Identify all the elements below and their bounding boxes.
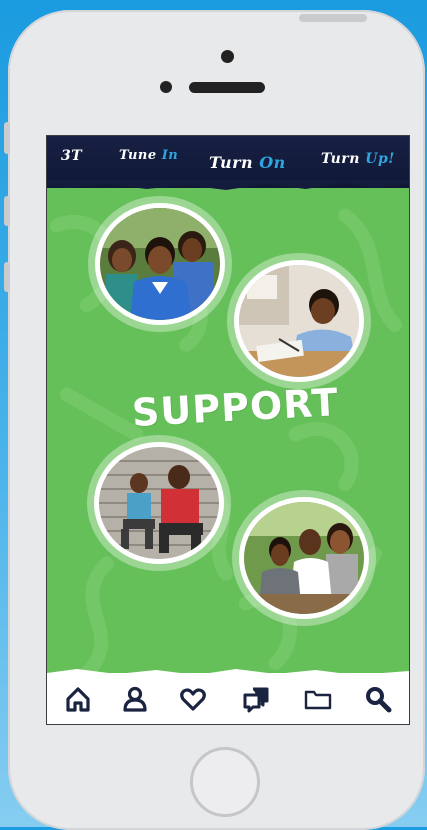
tab-favorites[interactable] [178, 684, 208, 714]
nav-tune-label: Tune [119, 148, 157, 163]
bottom-tab-bar [47, 669, 409, 724]
search-icon [366, 687, 392, 713]
nav-turn-on-accent: On [259, 153, 286, 172]
tab-messages[interactable] [241, 684, 271, 714]
family-image [244, 502, 364, 614]
student-studying-image [239, 265, 359, 377]
front-camera [221, 50, 234, 63]
nav-turn-on-label: Turn [209, 153, 254, 172]
tab-files[interactable] [303, 684, 333, 714]
nav-tune-in[interactable]: Tune In [119, 148, 178, 163]
phone-frame: 3T Tune In Turn On Turn Up! SUPPORT [8, 10, 425, 830]
mentor-stairs-image [99, 447, 219, 559]
tab-profile[interactable] [120, 684, 150, 714]
photo-family[interactable] [239, 497, 369, 619]
photo-mentor-stairs[interactable] [94, 442, 224, 564]
home-icon [66, 687, 90, 712]
volume-up-button [4, 196, 10, 226]
volume-down-button [4, 262, 10, 292]
proximity-sensor [160, 81, 172, 93]
nav-turn-up[interactable]: Turn Up! [321, 151, 395, 167]
tab-home[interactable] [63, 684, 93, 714]
home-button[interactable] [190, 747, 260, 817]
mute-switch [4, 122, 10, 154]
header-brush-edge [47, 180, 409, 190]
chat-icon [243, 687, 269, 713]
heart-icon [180, 688, 206, 711]
nav-turn-up-accent: Up! [365, 151, 395, 167]
app-screen: 3T Tune In Turn On Turn Up! SUPPORT [46, 135, 410, 725]
folder-icon [304, 690, 332, 710]
friends-group-image [100, 208, 220, 320]
user-icon [123, 686, 147, 712]
tabbar-brush-edge [47, 669, 409, 677]
tab-search[interactable] [363, 684, 393, 714]
photo-student-studying[interactable] [234, 260, 364, 382]
nav-tune-accent: In [161, 148, 179, 163]
power-button [299, 14, 367, 22]
earpiece-speaker [189, 82, 265, 93]
nav-turn-up-label: Turn [321, 151, 360, 167]
photo-friends-group[interactable] [95, 203, 225, 325]
nav-turn-on[interactable]: Turn On [209, 153, 286, 172]
brand-logo[interactable]: 3T [61, 148, 82, 164]
